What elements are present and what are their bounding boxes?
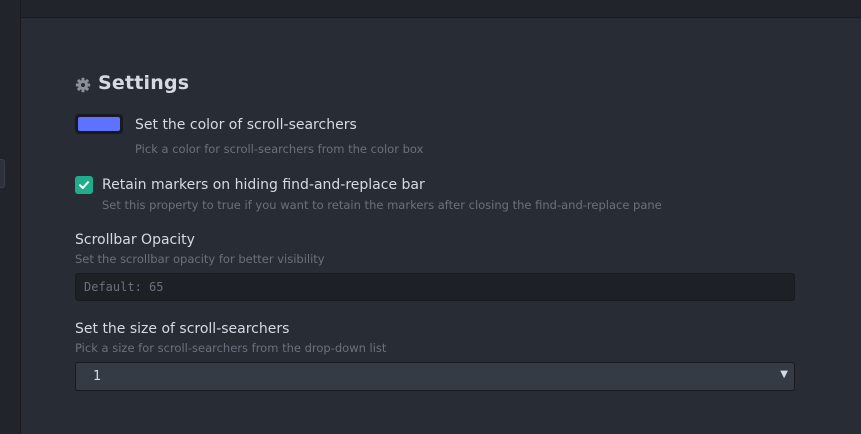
settings-header: Settings — [75, 70, 189, 96]
dock-toggle-handle[interactable] — [0, 159, 5, 188]
color-setting-label: Set the color of scroll-searchers — [135, 117, 357, 133]
retain-markers-label: Retain markers on hiding find-and-replac… — [102, 177, 425, 193]
scrollbar-opacity-input[interactable] — [75, 273, 795, 301]
scrollbar-opacity-description: Set the scrollbar opacity for better vis… — [75, 252, 325, 266]
scrollbar-opacity-label: Scrollbar Opacity — [75, 232, 195, 248]
retain-markers-description: Set this property to true if you want to… — [102, 198, 662, 212]
color-picker-button[interactable] — [75, 114, 123, 134]
top-tab-bar — [21, 0, 861, 18]
searcher-size-selected-value: 1 — [93, 369, 102, 384]
checkmark-icon — [79, 181, 89, 189]
page-title: Settings — [98, 72, 190, 94]
retain-markers-checkbox[interactable] — [75, 176, 93, 194]
gear-icon — [75, 77, 91, 93]
left-dock-strip — [0, 0, 21, 434]
searcher-size-label: Set the size of scroll-searchers — [75, 321, 290, 337]
searcher-size-select[interactable]: 1 ▼ — [75, 362, 795, 391]
chevron-down-icon: ▼ — [780, 369, 788, 380]
color-swatch-fill — [78, 117, 120, 131]
searcher-size-description: Pick a size for scroll-searchers from th… — [75, 341, 387, 355]
color-setting-description: Pick a color for scroll-searchers from t… — [135, 142, 424, 156]
